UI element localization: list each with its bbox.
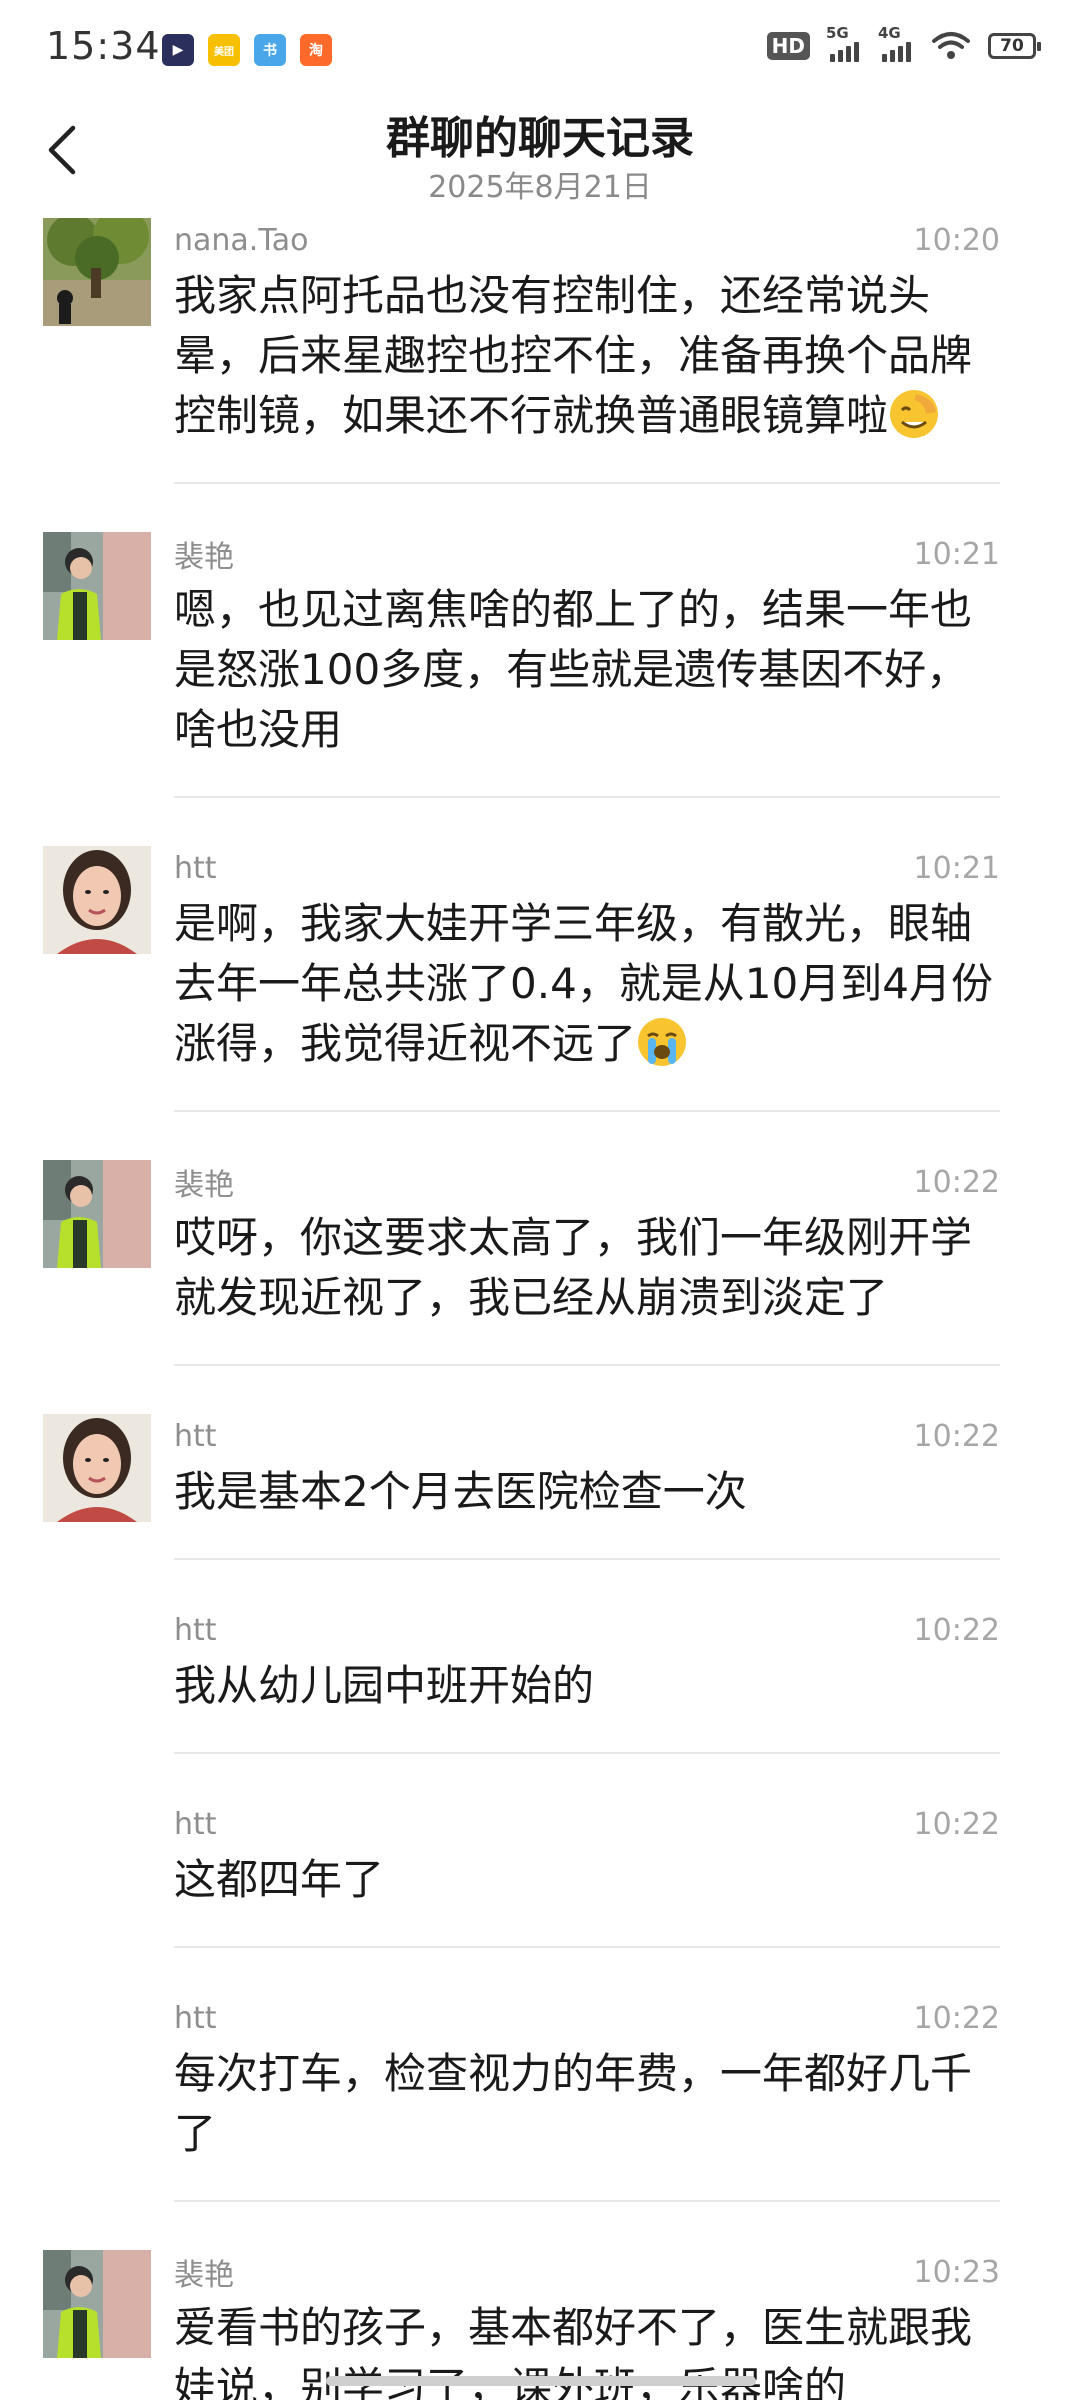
header: 群聊的聊天记录 2025年8月21日 [0,100,1080,210]
book-app-icon: 书 [254,34,286,66]
message-text: 这都四年了 [174,1850,1000,1910]
message-body: 裴艳 10:21 嗯，也见过离焦啥的都上了的，结果一年也是怒涨100多度，有些就是遗… [174,532,1000,798]
signal-4g-icon: 4G [878,24,914,62]
message-meta: 裴艳 10:23 [174,2250,1000,2294]
battery-level: 70 [1000,36,1024,56]
sender-name: htt [174,1806,217,1842]
message-item[interactable]: 裴艳 10:21 嗯，也见过离焦啥的都上了的，结果一年也是怒涨100多度，有些就是遗… [0,532,1080,798]
message-meta: htt 10:22 [174,1608,1000,1652]
message-body: htt 10:22 这都四年了 [174,1802,1000,1948]
crying-emoji-icon [636,1018,688,1068]
meituan-app-icon: 美团 [208,34,240,66]
facepalm-emoji-icon [888,390,940,440]
avatar[interactable] [43,1160,151,1268]
message-text-content: 这都四年了 [174,1855,385,1904]
message-text-content: 我从幼儿园中班开始的 [174,1661,595,1710]
message-meta: htt 10:22 [174,1414,1000,1458]
message-time: 10:21 [913,850,1000,886]
message-item[interactable]: htt 10:22 我是基本2个月去医院检查一次 [0,1414,1080,1560]
message-item[interactable]: htt 10:22 这都四年了 [0,1802,1080,1948]
sender-name: 裴艳 [174,540,234,575]
sender-name: htt [174,850,217,886]
message-meta: htt 10:22 [174,1996,1000,2040]
message-body: htt 10:22 每次打车，检查视力的年费，一年都好几千了 [174,1996,1000,2202]
message-text: 我从幼儿园中班开始的 [174,1656,1000,1716]
message-body: htt 10:22 我从幼儿园中班开始的 [174,1608,1000,1754]
sender-name: 裴艳 [174,2258,234,2293]
message-time: 10:22 [913,2000,1000,2036]
message-text: 我家点阿托品也没有控制住，还经常说头晕，后来星趣控也控不住，准备再换个品牌控制镜… [174,266,1000,446]
message-text-content: 哎呀，你这要求太高了，我们一年级刚开学就发现近视了，我已经从崩溃到淡定了 [174,1213,973,1322]
message-time: 10:22 [913,1806,1000,1842]
message-body: 裴艳 10:22 哎呀，你这要求太高了，我们一年级刚开学就发现近视了，我已经从崩溃到… [174,1160,1000,1366]
message-item[interactable]: nana.Tao 10:20 我家点阿托品也没有控制住，还经常说头晕，后来星趣控也控… [0,218,1080,484]
message-meta: htt 10:22 [174,1802,1000,1846]
sender-name: htt [174,2000,217,2036]
avatar[interactable] [43,846,151,954]
status-bar: 15:34 ▶ 美团 书 淘 HD 5G 4G 70 [0,0,1080,100]
sender-name: htt [174,1612,217,1648]
avatar[interactable] [43,218,151,326]
message-text: 哎呀，你这要求太高了，我们一年级刚开学就发现近视了，我已经从崩溃到淡定了 [174,1208,1000,1328]
message-item[interactable]: htt 10:22 我从幼儿园中班开始的 [0,1608,1080,1754]
message-time: 10:20 [913,222,1000,258]
page-title: 群聊的聊天记录 [386,113,694,164]
message-list[interactable]: nana.Tao 10:20 我家点阿托品也没有控制住，还经常说头晕，后来星趣控也控… [0,218,1080,2400]
battery-icon: 70 [988,33,1041,59]
message-text-content: 我是基本2个月去医院检查一次 [174,1467,747,1516]
message-time: 10:23 [913,2254,1000,2290]
message-item[interactable]: 裴艳 10:22 哎呀，你这要求太高了，我们一年级刚开学就发现近视了，我已经从崩溃到… [0,1160,1080,1366]
message-meta: 裴艳 10:22 [174,1160,1000,1204]
message-text-content: 是啊，我家大娃开学三年级，有散光，眼轴去年一年总共涨了0.4，就是从10月到4月… [174,899,993,1068]
page-subtitle-date: 2025年8月21日 [428,170,652,205]
message-item[interactable]: htt 10:21 是啊，我家大娃开学三年级，有散光，眼轴去年一年总共涨了0.4，就… [0,846,1080,1112]
message-time: 10:22 [913,1612,1000,1648]
video-app-icon: ▶ [162,34,194,66]
home-indicator[interactable] [326,2376,756,2386]
taobao-app-icon: 淘 [300,34,332,66]
avatar[interactable] [43,532,151,640]
wifi-icon [932,32,970,59]
message-meta: 裴艳 10:21 [174,532,1000,576]
status-indicators: HD 5G 4G 70 [766,24,1041,62]
message-meta: htt 10:21 [174,846,1000,890]
sender-name: 裴艳 [174,1168,234,1203]
message-meta: nana.Tao 10:20 [174,218,1000,262]
message-text-content: 每次打车，检查视力的年费，一年都好几千了 [174,2049,973,2158]
signal-5g-icon: 5G [826,24,862,62]
status-time: 15:34 [46,24,161,68]
message-text: 嗯，也见过离焦啥的都上了的，结果一年也是怒涨100多度，有些就是遗传基因不好，啥… [174,580,1000,760]
sender-name: nana.Tao [174,222,309,258]
message-text-content: 我家点阿托品也没有控制住，还经常说头晕，后来星趣控也控不住，准备再换个品牌控制镜… [174,271,973,440]
hd-icon: HD [766,32,810,60]
message-text: 每次打车，检查视力的年费，一年都好几千了 [174,2044,1000,2164]
message-body: nana.Tao 10:20 我家点阿托品也没有控制住，还经常说头晕，后来星趣控也控… [174,218,1000,484]
message-time: 10:22 [913,1418,1000,1454]
message-text-content: 嗯，也见过离焦啥的都上了的，结果一年也是怒涨100多度，有些就是遗传基因不好，啥… [174,585,973,754]
sender-name: htt [174,1418,217,1454]
message-body: htt 10:21 是啊，我家大娃开学三年级，有散光，眼轴去年一年总共涨了0.4，就… [174,846,1000,1112]
notification-icons: ▶ 美团 书 淘 [162,34,332,66]
message-text: 是啊，我家大娃开学三年级，有散光，眼轴去年一年总共涨了0.4，就是从10月到4月… [174,894,1000,1074]
message-item[interactable]: htt 10:22 每次打车，检查视力的年费，一年都好几千了 [0,1996,1080,2202]
message-time: 10:21 [913,536,1000,572]
message-time: 10:22 [913,1164,1000,1200]
avatar[interactable] [43,2250,151,2358]
screen: 15:34 ▶ 美团 书 淘 HD 5G 4G 70 群聊的聊天记录 2025年… [0,0,1080,2400]
avatar[interactable] [43,1414,151,1522]
message-body: htt 10:22 我是基本2个月去医院检查一次 [174,1414,1000,1560]
message-text: 我是基本2个月去医院检查一次 [174,1462,1000,1522]
